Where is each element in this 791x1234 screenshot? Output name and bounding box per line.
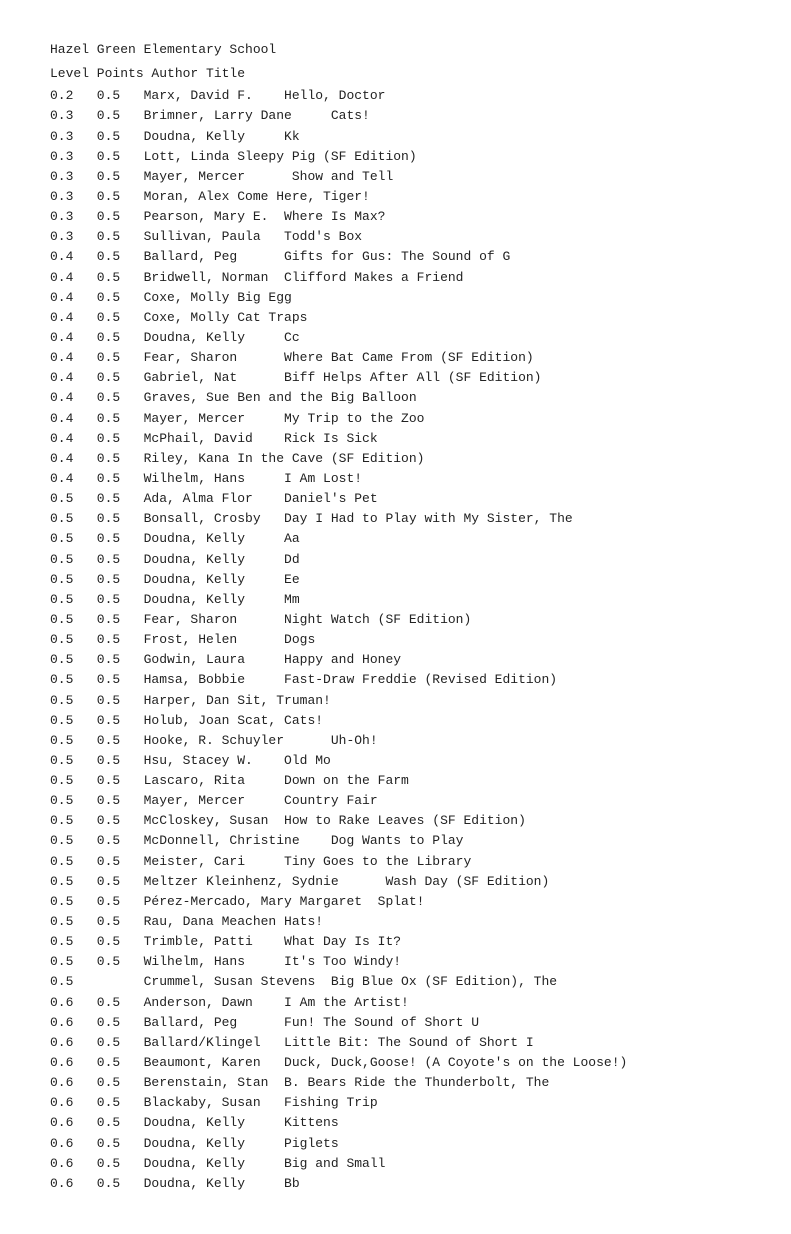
table-row: 0.6 0.5 Blackaby, Susan Fishing Trip bbox=[50, 1093, 741, 1113]
table-row: 0.6 0.5 Beaumont, Karen Duck, Duck,Goose… bbox=[50, 1053, 741, 1073]
table-row: 0.3 0.5 Pearson, Mary E. Where Is Max? bbox=[50, 207, 741, 227]
table-row: 0.4 0.5 Bridwell, Norman Clifford Makes … bbox=[50, 268, 741, 288]
column-headers: Level Points Author Title bbox=[50, 64, 741, 84]
table-row: 0.5 0.5 Hooke, R. Schuyler Uh-Oh! bbox=[50, 731, 741, 751]
table-row: 0.5 0.5 Lascaro, Rita Down on the Farm bbox=[50, 771, 741, 791]
table-row: 0.2 0.5 Marx, David F. Hello, Doctor bbox=[50, 86, 741, 106]
table-row: 0.3 0.5 Mayer, Mercer Show and Tell bbox=[50, 167, 741, 187]
table-row: 0.5 0.5 Meltzer Kleinhenz, Sydnie Wash D… bbox=[50, 872, 741, 892]
table-row: 0.5 0.5 Hamsa, Bobbie Fast-Draw Freddie … bbox=[50, 670, 741, 690]
school-name: Hazel Green Elementary School bbox=[50, 40, 741, 60]
table-row: 0.4 0.5 Gabriel, Nat Biff Helps After Al… bbox=[50, 368, 741, 388]
table-row: 0.4 0.5 McPhail, David Rick Is Sick bbox=[50, 429, 741, 449]
table-row: 0.6 0.5 Doudna, Kelly Piglets bbox=[50, 1134, 741, 1154]
table-row: 0.5 0.5 Godwin, Laura Happy and Honey bbox=[50, 650, 741, 670]
table-row: 0.4 0.5 Ballard, Peg Gifts for Gus: The … bbox=[50, 247, 741, 267]
table-row: 0.5 0.5 McDonnell, Christine Dog Wants t… bbox=[50, 831, 741, 851]
table-row: 0.4 0.5 Doudna, Kelly Cc bbox=[50, 328, 741, 348]
table-row: 0.4 0.5 Graves, Sue Ben and the Big Ball… bbox=[50, 388, 741, 408]
table-row: 0.5 0.5 Fear, Sharon Night Watch (SF Edi… bbox=[50, 610, 741, 630]
table-row: 0.4 0.5 Riley, Kana In the Cave (SF Edit… bbox=[50, 449, 741, 469]
table-row: 0.5 0.5 Doudna, Kelly Ee bbox=[50, 570, 741, 590]
table-row: 0.5 0.5 Doudna, Kelly Aa bbox=[50, 529, 741, 549]
table-row: 0.5 0.5 Mayer, Mercer Country Fair bbox=[50, 791, 741, 811]
table-row: 0.5 0.5 Meister, Cari Tiny Goes to the L… bbox=[50, 852, 741, 872]
table-row: 0.4 0.5 Coxe, Molly Cat Traps bbox=[50, 308, 741, 328]
table-row: 0.4 0.5 Wilhelm, Hans I Am Lost! bbox=[50, 469, 741, 489]
table-row: 0.5 0.5 Doudna, Kelly Mm bbox=[50, 590, 741, 610]
table-row: 0.5 0.5 Hsu, Stacey W. Old Mo bbox=[50, 751, 741, 771]
table-row: 0.3 0.5 Doudna, Kelly Kk bbox=[50, 127, 741, 147]
table-row: 0.5 0.5 Wilhelm, Hans It's Too Windy! bbox=[50, 952, 741, 972]
table-row: 0.5 Crummel, Susan Stevens Big Blue Ox (… bbox=[50, 972, 741, 992]
table-row: 0.3 0.5 Sullivan, Paula Todd's Box bbox=[50, 227, 741, 247]
table-row: 0.5 0.5 Holub, Joan Scat, Cats! bbox=[50, 711, 741, 731]
table-row: 0.4 0.5 Fear, Sharon Where Bat Came From… bbox=[50, 348, 741, 368]
table-row: 0.5 0.5 Ada, Alma Flor Daniel's Pet bbox=[50, 489, 741, 509]
table-row: 0.4 0.5 Mayer, Mercer My Trip to the Zoo bbox=[50, 409, 741, 429]
page-wrapper: Hazel Green Elementary School Level Poin… bbox=[50, 40, 741, 1194]
table-row: 0.5 0.5 Harper, Dan Sit, Truman! bbox=[50, 691, 741, 711]
table-row: 0.5 0.5 Rau, Dana Meachen Hats! bbox=[50, 912, 741, 932]
table-row: 0.5 0.5 Trimble, Patti What Day Is It? bbox=[50, 932, 741, 952]
table-row: 0.5 0.5 Doudna, Kelly Dd bbox=[50, 550, 741, 570]
table-row: 0.6 0.5 Doudna, Kelly Big and Small bbox=[50, 1154, 741, 1174]
table-row: 0.5 0.5 McCloskey, Susan How to Rake Lea… bbox=[50, 811, 741, 831]
table-row: 0.6 0.5 Doudna, Kelly Kittens bbox=[50, 1113, 741, 1133]
table-row: 0.5 0.5 Bonsall, Crosby Day I Had to Pla… bbox=[50, 509, 741, 529]
table-row: 0.6 0.5 Doudna, Kelly Bb bbox=[50, 1174, 741, 1194]
table-row: 0.6 0.5 Berenstain, Stan B. Bears Ride t… bbox=[50, 1073, 741, 1093]
table-row: 0.5 0.5 Frost, Helen Dogs bbox=[50, 630, 741, 650]
table-row: 0.3 0.5 Brimner, Larry Dane Cats! bbox=[50, 106, 741, 126]
table-row: 0.5 0.5 Pérez-Mercado, Mary Margaret Spl… bbox=[50, 892, 741, 912]
table-row: 0.3 0.5 Lott, Linda Sleepy Pig (SF Editi… bbox=[50, 147, 741, 167]
data-table: 0.2 0.5 Marx, David F. Hello, Doctor0.3 … bbox=[50, 86, 741, 1194]
table-row: 0.6 0.5 Ballard/Klingel Little Bit: The … bbox=[50, 1033, 741, 1053]
table-row: 0.6 0.5 Anderson, Dawn I Am the Artist! bbox=[50, 993, 741, 1013]
table-row: 0.6 0.5 Ballard, Peg Fun! The Sound of S… bbox=[50, 1013, 741, 1033]
table-row: 0.4 0.5 Coxe, Molly Big Egg bbox=[50, 288, 741, 308]
table-row: 0.3 0.5 Moran, Alex Come Here, Tiger! bbox=[50, 187, 741, 207]
